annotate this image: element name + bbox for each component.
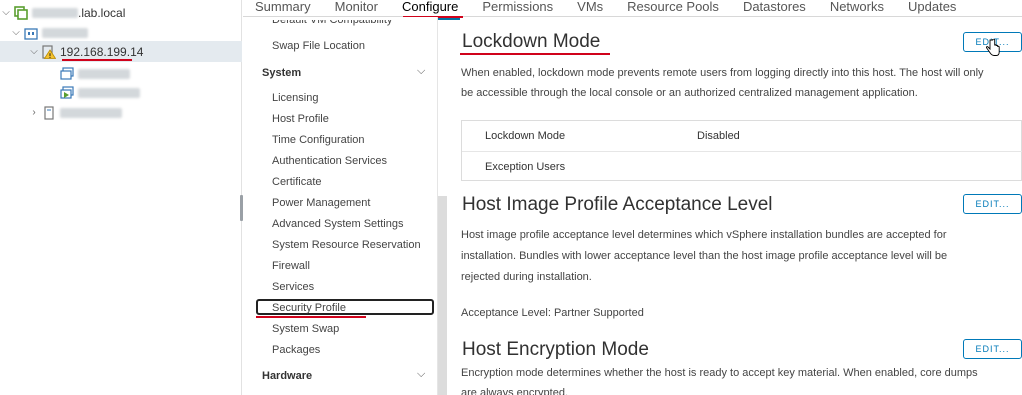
vcenter-domain: .lab.local xyxy=(78,5,126,20)
vm-icon xyxy=(60,66,74,81)
image-profile-description-line1: Host image profile acceptance level dete… xyxy=(461,229,947,241)
image-profile-description-line2: installation. Bundles with lower accepta… xyxy=(461,250,948,262)
acceptance-level: Acceptance Level: Partner Supported xyxy=(461,307,644,319)
property-value: Disabled xyxy=(697,130,740,142)
vm-name-redacted xyxy=(78,87,140,98)
tab-summary[interactable]: Summary xyxy=(243,0,323,16)
annotation-underline xyxy=(62,59,132,61)
nav-item-packages[interactable]: Packages xyxy=(272,344,320,356)
nav-item-firewall[interactable]: Firewall xyxy=(272,260,310,272)
chevron-down-icon[interactable]: ⌵ xyxy=(10,27,22,38)
nav-group-system[interactable]: System xyxy=(262,67,301,79)
tree-item-host-2[interactable]: › xyxy=(0,102,242,123)
vcenter-icon xyxy=(14,5,28,20)
nav-item-vm-compatibility[interactable]: Default VM Compatibility xyxy=(272,20,392,28)
hand-cursor-icon xyxy=(986,39,1000,56)
encryption-edit-button[interactable]: EDIT... xyxy=(963,339,1022,359)
host-icon xyxy=(42,105,56,120)
lockdown-description-line2: be accessible through the local console … xyxy=(461,87,918,99)
property-key: Exception Users xyxy=(485,161,566,173)
nav-item-authentication-services[interactable]: Authentication Services xyxy=(272,155,387,167)
lockdown-mode-title: Lockdown Mode xyxy=(462,31,601,52)
nav-item-security-profile[interactable]: Security Profile xyxy=(272,302,346,314)
host-name-redacted xyxy=(60,107,122,118)
encryption-description-line1: Encryption mode determines whether the h… xyxy=(461,367,978,379)
tab-vms[interactable]: VMs xyxy=(565,0,615,16)
vm-name-redacted xyxy=(78,68,130,79)
tab-permissions[interactable]: Permissions xyxy=(470,0,565,16)
tab-datastores[interactable]: Datastores xyxy=(731,0,818,16)
nav-item-system-resource-reservation[interactable]: System Resource Reservation xyxy=(272,239,421,251)
nav-item-time-configuration[interactable]: Time Configuration xyxy=(272,134,365,146)
property-row: Lockdown Mode Disabled xyxy=(462,121,1022,151)
tab-resource-pools[interactable]: Resource Pools xyxy=(615,0,731,16)
property-key: Lockdown Mode xyxy=(485,130,566,142)
tab-configure[interactable]: Configure xyxy=(390,0,470,20)
vm-powered-on-icon xyxy=(60,85,74,100)
nav-group-hardware[interactable]: Hardware xyxy=(262,370,312,382)
chevron-down-icon[interactable]: ⌵ xyxy=(417,65,425,78)
chevron-down-icon[interactable]: ⌵ xyxy=(0,7,12,18)
annotation-underline xyxy=(256,316,366,318)
nav-item-certificate[interactable]: Certificate xyxy=(272,176,322,188)
tab-networks[interactable]: Networks xyxy=(818,0,896,16)
nav-item-host-profile[interactable]: Host Profile xyxy=(272,113,329,125)
security-profile-panel: Lockdown Mode EDIT... When enabled, lock… xyxy=(447,17,1022,395)
host-ip-label: 192.168.199.14 xyxy=(60,44,144,59)
chevron-down-icon[interactable]: ⌵ xyxy=(28,46,40,57)
datacenter-name-redacted xyxy=(42,27,88,38)
image-profile-edit-button[interactable]: EDIT... xyxy=(963,194,1022,214)
tab-monitor[interactable]: Monitor xyxy=(323,0,390,16)
property-row: Exception Users xyxy=(462,151,1022,181)
tab-updates[interactable]: Updates xyxy=(896,0,968,16)
image-profile-description-line3: rejected during installation. xyxy=(461,271,592,283)
nav-item-system-swap[interactable]: System Swap xyxy=(272,323,339,335)
nav-item-services[interactable]: Services xyxy=(272,281,314,293)
configure-nav: Default VM Compatibility Swap File Locat… xyxy=(243,17,438,395)
annotation-underline xyxy=(460,53,610,55)
object-tabs: Summary Monitor Configure Permissions VM… xyxy=(243,0,1022,20)
image-profile-title: Host Image Profile Acceptance Level xyxy=(462,194,773,215)
host-warning-icon xyxy=(42,44,56,59)
vsphere-client: ⌵ .lab.local ⌵ ⌵ 192.168.199.14 › Summar… xyxy=(0,0,1022,395)
encryption-mode-title: Host Encryption Mode xyxy=(462,339,649,360)
encryption-description-line2: are always encrypted. xyxy=(461,387,568,395)
vcenter-name-redacted xyxy=(32,7,78,18)
inventory-tree: ⌵ .lab.local ⌵ ⌵ 192.168.199.14 › xyxy=(0,0,242,395)
chevron-right-icon[interactable]: › xyxy=(28,107,40,118)
tree-item-vm-running[interactable] xyxy=(0,82,242,103)
lockdown-description-line1: When enabled, lockdown mode prevents rem… xyxy=(461,67,984,79)
tree-item-datacenter[interactable]: ⌵ xyxy=(0,22,242,43)
datacenter-icon xyxy=(24,26,38,40)
nav-item-advanced-system-settings[interactable]: Advanced System Settings xyxy=(272,218,403,230)
nav-item-power-management[interactable]: Power Management xyxy=(272,197,370,209)
tree-item-vcenter[interactable]: ⌵ .lab.local xyxy=(0,2,242,23)
nav-item-swap-file-location[interactable]: Swap File Location xyxy=(272,40,365,52)
tree-item-vm[interactable] xyxy=(0,63,242,84)
nav-item-licensing[interactable]: Licensing xyxy=(272,92,318,104)
lockdown-properties: Lockdown Mode Disabled Exception Users xyxy=(461,120,1022,181)
chevron-down-icon[interactable]: ⌵ xyxy=(417,368,425,381)
nav-scrollbar[interactable] xyxy=(438,196,447,395)
